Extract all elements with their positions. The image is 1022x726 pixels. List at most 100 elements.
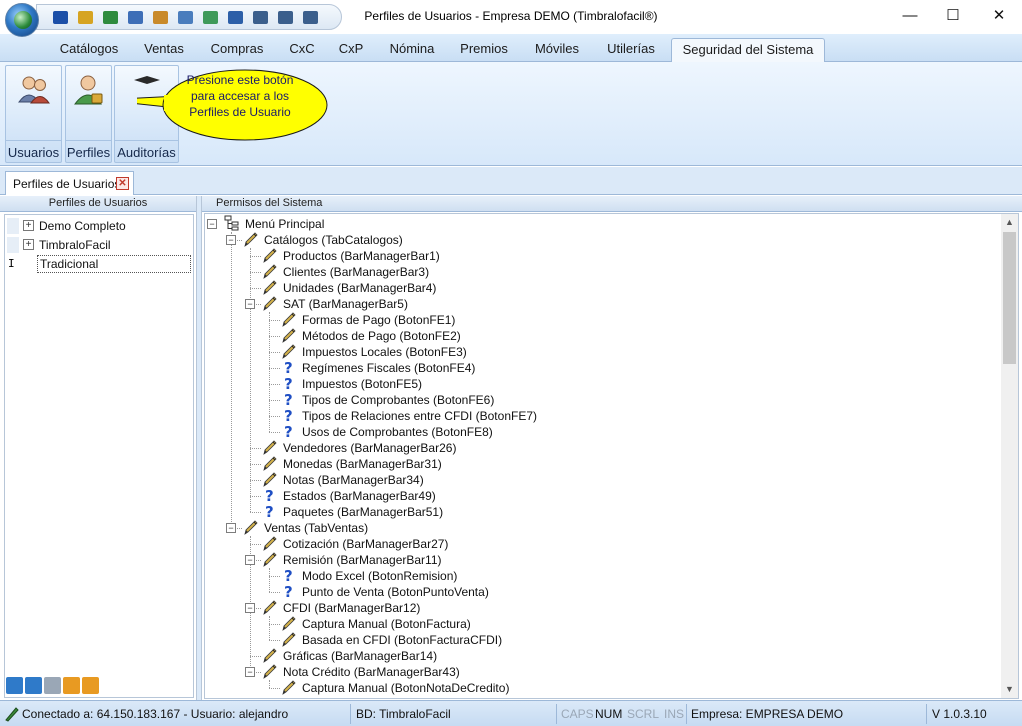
- collapse-icon[interactable]: −: [245, 667, 255, 677]
- tree-node[interactable]: ? Regímenes Fiscales (BotonFE4): [205, 359, 985, 377]
- tab-compras[interactable]: Compras: [204, 38, 270, 62]
- profile-row[interactable]: + Demo Completo: [7, 217, 191, 235]
- tree-node-label: Impuestos Locales (BotonFE3): [302, 345, 467, 359]
- tab-moviles[interactable]: Móviles: [528, 38, 586, 62]
- expand-icon[interactable]: +: [23, 239, 34, 250]
- collapse-icon[interactable]: −: [207, 219, 217, 229]
- tree-node-label: Unidades (BarManagerBar4): [283, 281, 437, 295]
- tree-node[interactable]: ? Punto de Venta (BotonPuntoVenta): [205, 583, 985, 601]
- profiles-toolbar: [6, 677, 99, 695]
- tree-node[interactable]: Productos (BarManagerBar1): [205, 248, 985, 264]
- tab-seguridad-del-sistema[interactable]: Seguridad del Sistema: [671, 38, 825, 63]
- permission-granted-icon: [262, 551, 278, 567]
- tree-node-label: Paquetes (BarManagerBar51): [283, 505, 444, 519]
- tree-node[interactable]: Impuestos Locales (BotonFE3): [205, 344, 985, 360]
- profile-name[interactable]: TimbraloFacil: [39, 238, 111, 252]
- perfiles-button[interactable]: Perfiles: [65, 65, 112, 163]
- collapse-icon[interactable]: −: [245, 603, 255, 613]
- tree-node[interactable]: − Menú Principal: [205, 215, 985, 232]
- tree-node[interactable]: − Remisión (BarManagerBar11): [205, 552, 985, 568]
- tree-node[interactable]: ? Modo Excel (BotonRemision): [205, 567, 985, 585]
- collapse-icon[interactable]: −: [245, 555, 255, 565]
- callout-text: Presione este botón para accesar a los P…: [165, 72, 315, 120]
- scroll-thumb[interactable]: [1003, 232, 1016, 364]
- expand-icon[interactable]: +: [23, 220, 34, 231]
- tree-node[interactable]: ? Tipos de Relaciones entre CFDI (BotonFE…: [205, 407, 985, 425]
- tab-cxc[interactable]: CxC: [284, 38, 320, 62]
- doc-tab-perfiles[interactable]: Perfiles de Usuarios ✕: [5, 171, 134, 195]
- tree-node[interactable]: Clientes (BarManagerBar3): [205, 264, 985, 280]
- add-profile-icon[interactable]: [6, 677, 23, 694]
- svg-text:?: ?: [265, 487, 274, 503]
- accept-icon[interactable]: [63, 677, 80, 694]
- tree-node[interactable]: ? Estados (BarManagerBar49): [205, 487, 985, 505]
- scroll-up-icon[interactable]: ▲: [1001, 214, 1018, 231]
- text-cursor-icon: I: [8, 257, 15, 270]
- permission-granted-icon: [281, 311, 297, 327]
- tree-node[interactable]: − Nota Crédito (BarManagerBar43): [205, 664, 985, 680]
- tree-node[interactable]: Unidades (BarManagerBar4): [205, 280, 985, 296]
- tab-premios[interactable]: Premios: [455, 38, 513, 62]
- minimize-button[interactable]: —: [887, 0, 933, 30]
- collapse-icon[interactable]: −: [226, 235, 236, 245]
- tree-node[interactable]: Basada en CFDI (BotonFacturaCFDI): [205, 632, 985, 648]
- auditorias-label: Auditorías: [117, 145, 176, 160]
- tree-node[interactable]: Gráficas (BarManagerBar14): [205, 648, 985, 664]
- tree-node[interactable]: Cotización (BarManagerBar27): [205, 536, 985, 552]
- permission-unknown-icon: ?: [281, 407, 297, 425]
- tree-node[interactable]: Métodos de Pago (BotonFE2): [205, 328, 985, 344]
- tab-ventas[interactable]: Ventas: [138, 38, 190, 62]
- tree-node-label: Clientes (BarManagerBar3): [283, 265, 430, 279]
- tree-node[interactable]: Captura Manual (BotonFactura): [205, 616, 985, 632]
- tree-node[interactable]: Captura Manual (BotonNotaDeCredito): [205, 680, 985, 696]
- close-button[interactable]: ✕: [976, 0, 1022, 30]
- tab-nomina[interactable]: Nómina: [382, 38, 442, 62]
- profile-name-editor[interactable]: Tradicional: [37, 255, 191, 273]
- scroll-down-icon[interactable]: ▼: [1001, 681, 1018, 698]
- cancel-icon[interactable]: [82, 677, 99, 694]
- tree-node[interactable]: − SAT (BarManagerBar5): [205, 296, 985, 312]
- status-num: NUM: [595, 707, 623, 721]
- tab-cxp[interactable]: CxP: [334, 38, 368, 62]
- tree-node[interactable]: − CFDI (BarManagerBar12): [205, 600, 985, 616]
- tab-utilerias[interactable]: Utilerías: [600, 38, 662, 62]
- panel-splitter[interactable]: [196, 196, 202, 700]
- maximize-button[interactable]: ☐: [930, 0, 976, 30]
- tree-node[interactable]: ? Usos de Comprobantes (BotonFE8): [205, 423, 985, 441]
- tree-node[interactable]: Formas de Pago (BotonFE1): [205, 312, 985, 328]
- edit-profile-icon[interactable]: [44, 677, 61, 694]
- close-tab-icon[interactable]: ✕: [116, 177, 129, 190]
- profile-row-editing[interactable]: I Tradicional: [7, 255, 191, 273]
- status-ins: INS: [664, 707, 685, 721]
- svg-text:?: ?: [284, 375, 293, 391]
- tree-node[interactable]: − Ventas (TabVentas): [205, 520, 985, 536]
- permission-unknown-icon: ?: [262, 487, 278, 505]
- collapse-icon[interactable]: −: [226, 523, 236, 533]
- tree-node[interactable]: Notas (BarManagerBar34): [205, 472, 985, 488]
- permission-granted-icon: [262, 663, 278, 679]
- tree-node[interactable]: ? Paquetes (BarManagerBar51): [205, 503, 985, 521]
- permission-granted-icon: [262, 295, 278, 311]
- usuarios-label: Usuarios: [7, 145, 60, 160]
- tree-node[interactable]: ? Impuestos (BotonFE5): [205, 375, 985, 393]
- tree-node-label: Ventas (TabVentas): [264, 521, 369, 535]
- row-selector[interactable]: [7, 237, 19, 253]
- tab-catalogos[interactable]: Catálogos: [52, 38, 126, 62]
- delete-profile-icon[interactable]: [25, 677, 42, 694]
- tree-node[interactable]: − Catálogos (TabCatalogos): [205, 232, 985, 248]
- tree-node-label: Métodos de Pago (BotonFE2): [302, 329, 461, 343]
- profile-name[interactable]: Demo Completo: [39, 219, 126, 233]
- tree-connector: [250, 480, 261, 481]
- app-menu-button[interactable]: [5, 3, 39, 37]
- usuarios-button[interactable]: Usuarios: [5, 65, 62, 163]
- row-selector[interactable]: [7, 218, 19, 234]
- tree-connector: [250, 288, 261, 289]
- tree-node-label: Cotización (BarManagerBar27): [283, 537, 449, 551]
- tree-node[interactable]: Vendedores (BarManagerBar26): [205, 440, 985, 456]
- permissions-scrollbar[interactable]: ▲ ▼: [1001, 214, 1018, 698]
- tree-node[interactable]: ? Tipos de Comprobantes (BotonFE6): [205, 391, 985, 409]
- profile-row[interactable]: + TimbraloFacil: [7, 236, 191, 254]
- permission-granted-icon: [281, 615, 297, 631]
- collapse-icon[interactable]: −: [245, 299, 255, 309]
- tree-node[interactable]: Monedas (BarManagerBar31): [205, 456, 985, 472]
